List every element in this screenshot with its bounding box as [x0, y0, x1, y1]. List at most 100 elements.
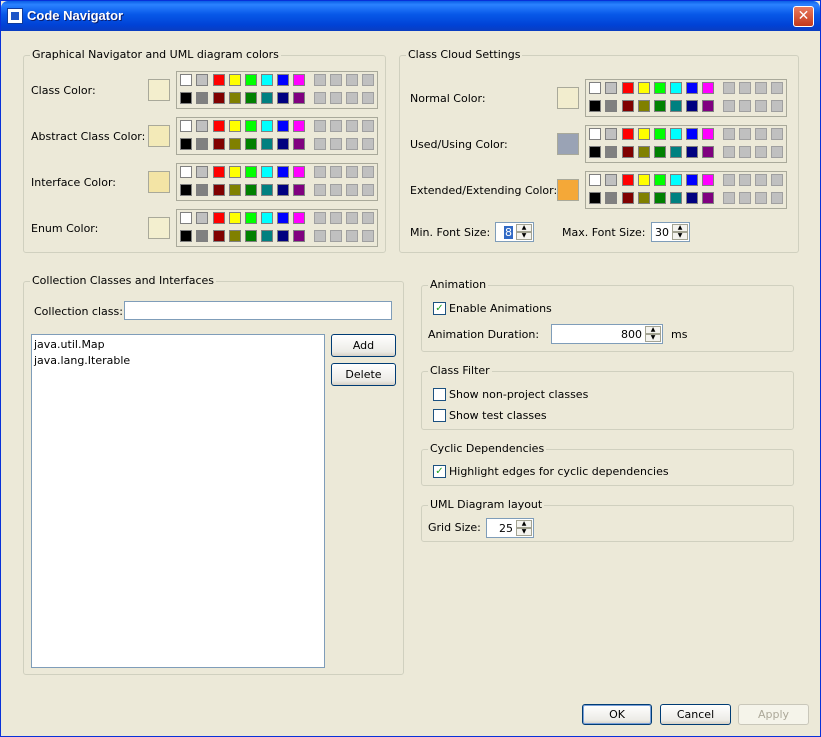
palette-color-cell[interactable]	[261, 212, 273, 224]
enum-color-palette[interactable]	[176, 209, 378, 247]
test-classes-label[interactable]: Show test classes	[449, 409, 547, 422]
palette-color-cell[interactable]	[670, 82, 682, 94]
palette-custom-cell[interactable]	[362, 120, 374, 132]
palette-custom-cell[interactable]	[362, 230, 374, 242]
animation-duration-value[interactable]: 800	[621, 328, 642, 341]
palette-custom-cell[interactable]	[755, 146, 767, 158]
palette-color-cell[interactable]	[196, 92, 208, 104]
palette-color-cell[interactable]	[654, 82, 666, 94]
palette-custom-cell[interactable]	[723, 100, 735, 112]
palette-color-cell[interactable]	[213, 120, 225, 132]
palette-custom-cell[interactable]	[755, 128, 767, 140]
used-color-swatch[interactable]	[557, 133, 579, 155]
palette-custom-cell[interactable]	[723, 82, 735, 94]
palette-color-cell[interactable]	[605, 174, 617, 186]
palette-color-cell[interactable]	[180, 74, 192, 86]
palette-color-cell[interactable]	[686, 82, 698, 94]
palette-custom-cell[interactable]	[771, 100, 783, 112]
palette-color-cell[interactable]	[196, 138, 208, 150]
palette-custom-cell[interactable]	[755, 192, 767, 204]
palette-color-cell[interactable]	[245, 166, 257, 178]
palette-color-cell[interactable]	[245, 212, 257, 224]
palette-color-cell[interactable]	[293, 74, 305, 86]
test-classes-checkbox[interactable]	[433, 409, 446, 422]
palette-custom-cell[interactable]	[346, 92, 358, 104]
add-button[interactable]: Add	[331, 334, 396, 357]
palette-color-cell[interactable]	[180, 230, 192, 242]
class-color-swatch[interactable]	[148, 79, 170, 101]
palette-color-cell[interactable]	[277, 212, 289, 224]
palette-color-cell[interactable]	[261, 138, 273, 150]
enum-color-swatch[interactable]	[148, 217, 170, 239]
palette-color-cell[interactable]	[686, 146, 698, 158]
max-font-size-down-button[interactable]: ▼	[672, 232, 688, 240]
palette-color-cell[interactable]	[229, 212, 241, 224]
palette-color-cell[interactable]	[654, 100, 666, 112]
grid-size-down-button[interactable]: ▼	[516, 528, 532, 536]
palette-color-cell[interactable]	[213, 74, 225, 86]
palette-custom-cell[interactable]	[346, 166, 358, 178]
palette-color-cell[interactable]	[670, 192, 682, 204]
palette-color-cell[interactable]	[245, 92, 257, 104]
palette-color-cell[interactable]	[702, 174, 714, 186]
palette-color-cell[interactable]	[622, 82, 634, 94]
palette-color-cell[interactable]	[605, 192, 617, 204]
normal-color-swatch[interactable]	[557, 87, 579, 109]
palette-custom-cell[interactable]	[314, 92, 326, 104]
palette-custom-cell[interactable]	[739, 174, 751, 186]
palette-custom-cell[interactable]	[330, 184, 342, 196]
palette-color-cell[interactable]	[196, 212, 208, 224]
palette-color-cell[interactable]	[686, 100, 698, 112]
palette-color-cell[interactable]	[654, 192, 666, 204]
abstract-class-color-palette[interactable]	[176, 117, 378, 155]
extended-color-swatch[interactable]	[557, 179, 579, 201]
palette-color-cell[interactable]	[638, 82, 650, 94]
title-bar[interactable]: Code Navigator ✕	[1, 1, 820, 31]
max-font-size-up-button[interactable]: ▲	[672, 224, 688, 232]
palette-color-cell[interactable]	[277, 184, 289, 196]
palette-custom-cell[interactable]	[330, 92, 342, 104]
abstract-class-color-swatch[interactable]	[148, 125, 170, 147]
palette-custom-cell[interactable]	[362, 212, 374, 224]
palette-custom-cell[interactable]	[771, 82, 783, 94]
palette-color-cell[interactable]	[589, 82, 601, 94]
palette-color-cell[interactable]	[213, 166, 225, 178]
palette-custom-cell[interactable]	[346, 74, 358, 86]
palette-custom-cell[interactable]	[723, 192, 735, 204]
palette-color-cell[interactable]	[686, 128, 698, 140]
palette-custom-cell[interactable]	[330, 212, 342, 224]
palette-color-cell[interactable]	[213, 92, 225, 104]
palette-color-cell[interactable]	[277, 138, 289, 150]
grid-size-value[interactable]: 25	[499, 522, 513, 535]
palette-custom-cell[interactable]	[346, 138, 358, 150]
palette-custom-cell[interactable]	[346, 120, 358, 132]
palette-custom-cell[interactable]	[314, 184, 326, 196]
palette-color-cell[interactable]	[589, 174, 601, 186]
interface-color-palette[interactable]	[176, 163, 378, 201]
palette-custom-cell[interactable]	[723, 128, 735, 140]
palette-color-cell[interactable]	[638, 174, 650, 186]
palette-color-cell[interactable]	[261, 184, 273, 196]
palette-color-cell[interactable]	[702, 192, 714, 204]
palette-color-cell[interactable]	[293, 120, 305, 132]
palette-custom-cell[interactable]	[739, 128, 751, 140]
non-project-classes-checkbox[interactable]	[433, 388, 446, 401]
palette-custom-cell[interactable]	[755, 174, 767, 186]
palette-custom-cell[interactable]	[346, 184, 358, 196]
palette-custom-cell[interactable]	[330, 120, 342, 132]
palette-color-cell[interactable]	[605, 146, 617, 158]
non-project-classes-label[interactable]: Show non-project classes	[449, 388, 588, 401]
palette-color-cell[interactable]	[245, 120, 257, 132]
palette-color-cell[interactable]	[229, 92, 241, 104]
palette-color-cell[interactable]	[261, 74, 273, 86]
palette-color-cell[interactable]	[180, 166, 192, 178]
palette-color-cell[interactable]	[245, 74, 257, 86]
palette-color-cell[interactable]	[670, 146, 682, 158]
palette-color-cell[interactable]	[622, 146, 634, 158]
palette-custom-cell[interactable]	[739, 82, 751, 94]
palette-color-cell[interactable]	[261, 120, 273, 132]
used-color-palette[interactable]	[585, 125, 787, 163]
palette-color-cell[interactable]	[686, 174, 698, 186]
palette-custom-cell[interactable]	[314, 74, 326, 86]
palette-color-cell[interactable]	[180, 92, 192, 104]
